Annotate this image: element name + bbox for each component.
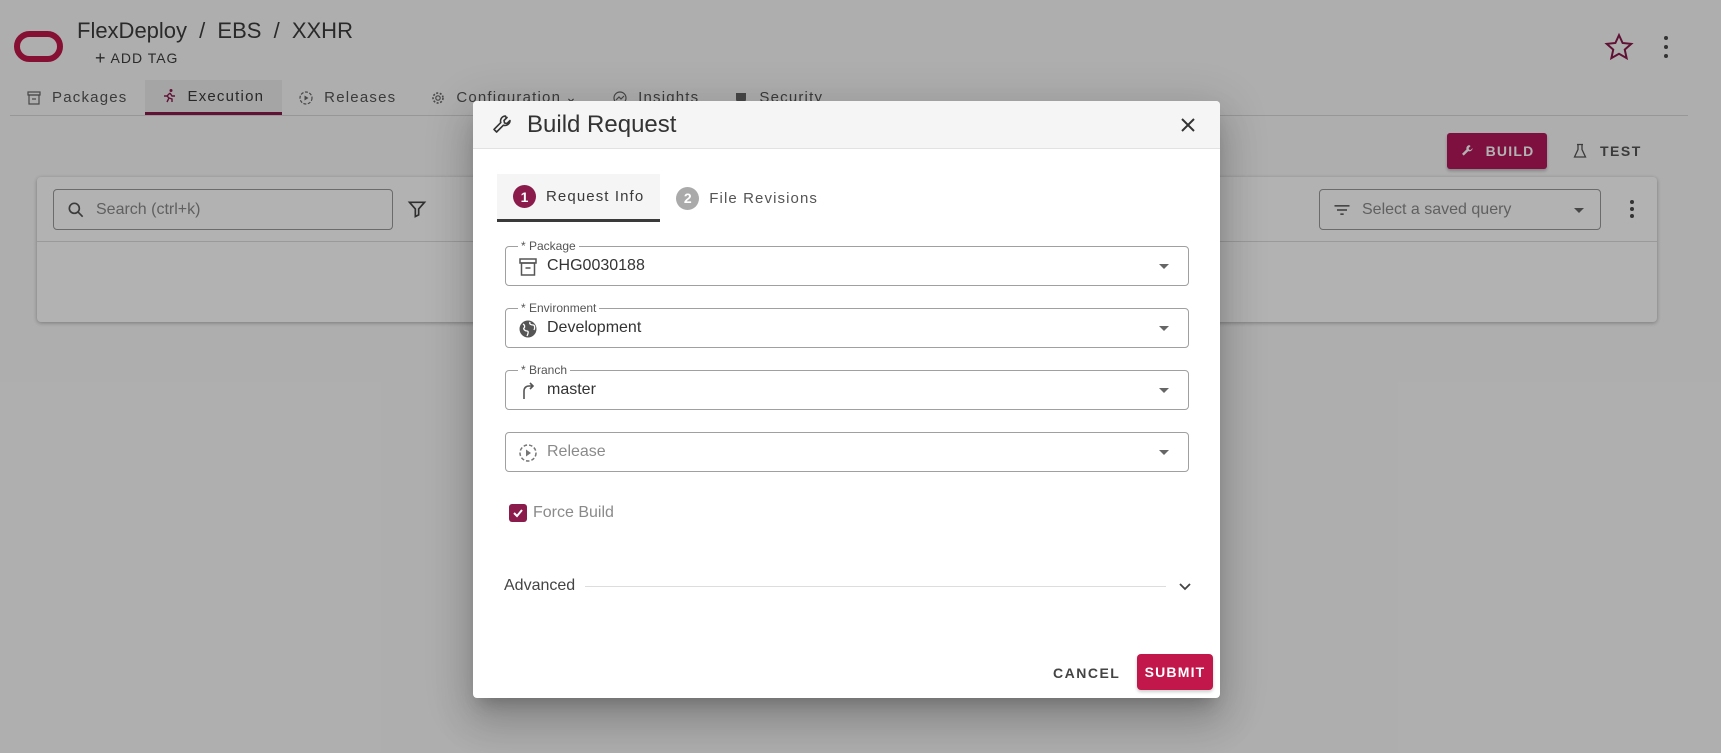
- package-label: * Package: [518, 239, 579, 253]
- branch-label: * Branch: [518, 363, 571, 377]
- checkbox-checked[interactable]: [509, 504, 527, 522]
- dropdown-arrow-icon: [1159, 388, 1169, 393]
- release-icon: [519, 444, 537, 462]
- step-label: File Revisions: [709, 189, 819, 207]
- environment-value: Development: [547, 319, 642, 336]
- step-number: 1: [513, 185, 536, 208]
- submit-button[interactable]: SUBMIT: [1137, 654, 1213, 690]
- package-value: CHG0030188: [547, 257, 645, 274]
- branch-select[interactable]: * Branch master: [505, 363, 1189, 410]
- branch-value: master: [547, 381, 596, 398]
- globe-icon: [519, 320, 537, 338]
- step-label: Request Info: [546, 188, 645, 205]
- step-number: 2: [676, 186, 700, 210]
- step-file-revisions[interactable]: 2 File Revisions: [660, 174, 834, 222]
- advanced-label: Advanced: [504, 577, 576, 594]
- dropdown-arrow-icon: [1159, 450, 1169, 455]
- wrench-icon: [493, 115, 511, 133]
- release-select[interactable]: Release: [505, 432, 1189, 472]
- dropdown-arrow-icon: [1159, 264, 1169, 269]
- chevron-down-icon: [1179, 583, 1191, 591]
- advanced-divider: [585, 585, 1166, 587]
- environment-label: * Environment: [518, 301, 600, 315]
- cancel-button[interactable]: CANCEL: [1053, 655, 1120, 691]
- force-build-label: Force Build: [533, 504, 614, 521]
- step-request-info[interactable]: 1 Request Info: [497, 174, 661, 222]
- dropdown-arrow-icon: [1159, 326, 1169, 331]
- build-request-dialog: Build Request 1 Request Info 2 File Revi…: [473, 101, 1220, 698]
- advanced-expander[interactable]: Advanced: [504, 574, 1194, 598]
- check-icon: [513, 509, 523, 518]
- stepper: 1 Request Info 2 File Revisions: [497, 174, 834, 222]
- dialog-title: Build Request: [527, 111, 677, 138]
- package-icon: [519, 258, 537, 276]
- branch-icon: [523, 382, 535, 399]
- release-placeholder: Release: [547, 443, 606, 460]
- close-icon[interactable]: [1176, 113, 1200, 137]
- force-build-checkbox[interactable]: Force Build: [509, 504, 614, 522]
- package-select[interactable]: * Package CHG0030188: [505, 239, 1189, 286]
- dialog-header: Build Request: [473, 101, 1220, 149]
- environment-select[interactable]: * Environment Development: [505, 301, 1189, 348]
